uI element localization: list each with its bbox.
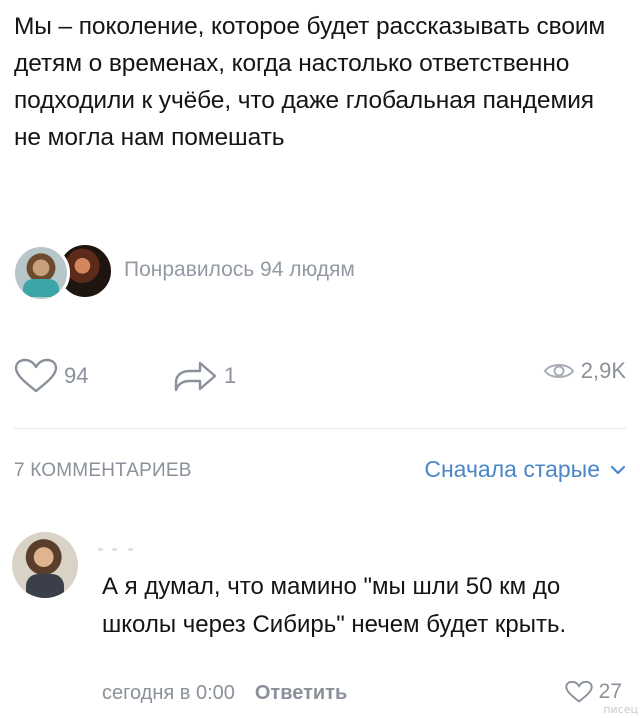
comments-header: 7 КОММЕНТАРИЕВ Сначала старые bbox=[14, 456, 626, 486]
comments-count: 7 КОММЕНТАРИЕВ bbox=[14, 460, 192, 481]
like-button[interactable]: 94 bbox=[14, 358, 88, 394]
views-count: 2,9K bbox=[580, 358, 626, 383]
eye-icon bbox=[543, 364, 574, 378]
share-button[interactable]: 1 bbox=[172, 358, 236, 394]
watermark: писец bbox=[603, 703, 638, 716]
comment-like-button[interactable]: 27 bbox=[564, 680, 622, 704]
comment-text: А я думал, что мамино "мы шли 50 км до ш… bbox=[102, 573, 567, 638]
post-actions: 94 1 2,9K bbox=[14, 358, 626, 398]
sort-dropdown[interactable]: Сначала старые bbox=[424, 456, 626, 483]
share-arrow-icon bbox=[174, 361, 217, 392]
likes-summary-text[interactable]: Понравилось 94 людям bbox=[124, 258, 355, 282]
sort-label: Сначала старые bbox=[424, 456, 600, 482]
like-count: 94 bbox=[64, 363, 89, 388]
comment-item: А я думал, что мамино "мы шли 50 км до ш… bbox=[12, 532, 628, 718]
reply-button[interactable]: Ответить bbox=[255, 682, 347, 704]
commenter-name-redacted bbox=[98, 542, 248, 556]
heart-icon bbox=[564, 680, 593, 703]
views-counter: 2,9K bbox=[543, 358, 626, 384]
share-count: 1 bbox=[224, 363, 237, 388]
heart-icon bbox=[14, 358, 58, 393]
comment-meta: сегодня в 0:00 Ответить bbox=[102, 682, 347, 705]
comment-like-count: 27 bbox=[598, 680, 622, 703]
likes-summary[interactable]: Понравилось 94 людям bbox=[12, 240, 612, 302]
divider bbox=[14, 428, 626, 429]
comment-time[interactable]: сегодня в 0:00 bbox=[102, 682, 235, 704]
post-text: Мы – поколение, которое будет рассказыва… bbox=[14, 13, 606, 151]
liker-avatar[interactable] bbox=[12, 244, 70, 302]
commenter-avatar[interactable] bbox=[12, 532, 78, 598]
chevron-down-icon bbox=[610, 465, 626, 474]
